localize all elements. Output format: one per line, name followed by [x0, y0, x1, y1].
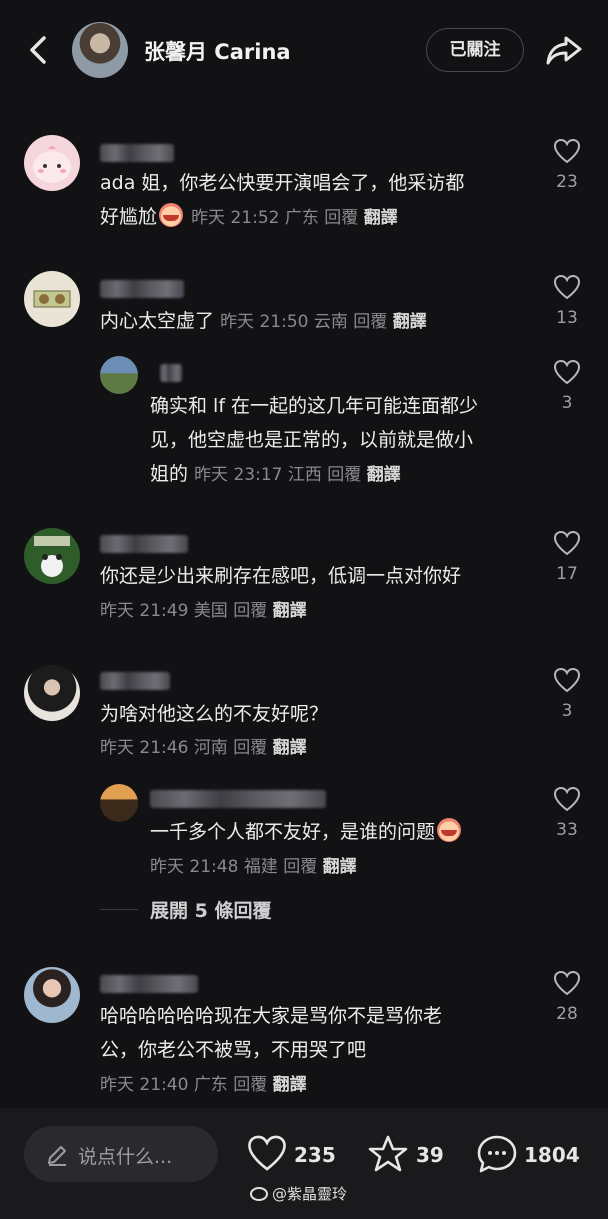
- reply-text-line: 姐的 昨天 23:17 江西 回覆 翻譯: [150, 463, 401, 485]
- heart-icon: [248, 1135, 286, 1171]
- reply-text: 见，他空虚也是正常的，以前就是做小: [150, 429, 474, 451]
- blurred-username: [100, 280, 184, 298]
- reply-button[interactable]: 回覆: [283, 857, 317, 877]
- translate-button[interactable]: 翻譯: [364, 208, 398, 228]
- comment-meta: 昨天 21:46 河南 回覆 翻譯: [100, 738, 307, 758]
- crying-emoji-icon: [437, 818, 462, 842]
- translate-button[interactable]: 翻譯: [273, 738, 307, 758]
- heart-icon: [553, 274, 581, 300]
- blurred-username: [100, 144, 174, 162]
- header-bar: 张馨月 Carina 已關注: [0, 0, 608, 100]
- post-favorite-count: 39: [416, 1143, 444, 1167]
- replier-avatar[interactable]: [100, 356, 138, 394]
- comment-text: 公，你老公不被骂，不用哭了吧: [100, 1039, 367, 1061]
- share-icon[interactable]: [544, 30, 584, 70]
- heart-icon: [553, 786, 581, 812]
- pink-creature-avatar-icon: [33, 146, 71, 183]
- post-like-count: 235: [294, 1143, 336, 1167]
- reply-text: 确实和 lf 在一起的这几年可能连面都少: [150, 395, 479, 417]
- comment-input[interactable]: 说点什么...: [24, 1126, 218, 1182]
- like-button[interactable]: 3: [547, 667, 587, 721]
- banknote-avatar-icon: [33, 290, 71, 308]
- comment-meta: 昨天 21:40 广东 回覆 翻譯: [100, 1075, 307, 1095]
- crying-emoji-icon: [159, 203, 184, 227]
- like-count: 28: [556, 1004, 578, 1024]
- like-button[interactable]: 33: [547, 786, 587, 840]
- comment-text: 哈哈哈哈哈哈现在大家是骂你不是骂你老: [100, 1005, 443, 1027]
- commenter-avatar[interactable]: [24, 271, 80, 327]
- translate-button[interactable]: 翻譯: [393, 312, 427, 332]
- comment-text: 你还是少出来刷存在感吧，低调一点对你好: [100, 565, 462, 587]
- reply-button[interactable]: 回覆: [327, 465, 361, 485]
- heart-icon: [553, 359, 581, 385]
- comment-meta: 昨天 21:52 广东 回覆 翻譯: [191, 208, 398, 228]
- pencil-icon: [48, 1146, 66, 1166]
- like-post-button[interactable]: 235: [246, 1134, 342, 1174]
- like-count: 13: [556, 308, 578, 328]
- following-button[interactable]: 已關注: [426, 28, 524, 72]
- comment-meta: 昨天 23:17 江西 回覆 翻譯: [194, 465, 401, 485]
- comment-meta: 昨天 21:50 云南 回覆 翻譯: [220, 312, 427, 332]
- commenter-avatar[interactable]: [24, 967, 80, 1023]
- comment-post-button[interactable]: 1804: [476, 1134, 586, 1174]
- weibo-logo-icon: [250, 1187, 268, 1201]
- like-button[interactable]: 3: [547, 359, 587, 413]
- replier-avatar[interactable]: [100, 784, 138, 822]
- comment-input-placeholder: 说点什么...: [78, 1146, 173, 1168]
- commenter-avatar[interactable]: [24, 665, 80, 721]
- like-button[interactable]: 17: [547, 530, 587, 584]
- like-count: 3: [561, 393, 573, 413]
- expand-replies-button[interactable]: 展開 5 條回覆: [150, 896, 271, 923]
- blurred-username: [100, 535, 188, 553]
- translate-button[interactable]: 翻譯: [323, 857, 357, 877]
- comment-text: ada 姐，你老公快要开演唱会了，他采访都: [100, 172, 465, 194]
- commenter-avatar[interactable]: [24, 135, 80, 191]
- blurred-username: [160, 364, 182, 382]
- translate-button[interactable]: 翻譯: [273, 601, 307, 621]
- reply-button[interactable]: 回覆: [353, 312, 387, 332]
- like-count: 33: [556, 820, 578, 840]
- like-button[interactable]: 28: [547, 970, 587, 1024]
- blurred-username: [100, 975, 198, 993]
- post-comment-count: 1804: [524, 1143, 580, 1167]
- comment-text-line: 好尴尬 昨天 21:52 广东 回覆 翻譯: [100, 200, 398, 235]
- expand-divider: [100, 909, 138, 910]
- comment-text: 为啥对他这么的不友好呢？: [100, 703, 329, 725]
- like-count: 3: [561, 701, 573, 721]
- like-button[interactable]: 23: [547, 138, 587, 192]
- reply-button[interactable]: 回覆: [324, 208, 358, 228]
- translate-button[interactable]: 翻譯: [367, 465, 401, 485]
- reply-button[interactable]: 回覆: [233, 1075, 267, 1095]
- like-count: 17: [556, 564, 578, 584]
- profile-avatar[interactable]: [72, 22, 128, 78]
- commenter-avatar[interactable]: [24, 528, 80, 584]
- comment-meta: 昨天 21:48 福建 回覆 翻譯: [150, 857, 357, 877]
- translate-button[interactable]: 翻譯: [273, 1075, 307, 1095]
- comment-meta: 昨天 21:49 美国 回覆 翻譯: [100, 601, 307, 621]
- weibo-watermark: @紫晶靈玲: [250, 1183, 347, 1204]
- like-count: 23: [556, 172, 578, 192]
- back-icon[interactable]: [24, 30, 56, 70]
- blurred-username: [100, 672, 170, 690]
- heart-icon: [553, 970, 581, 996]
- reply-text-line: 一千多个人都不友好，是谁的问题: [150, 815, 463, 849]
- like-button[interactable]: 13: [547, 274, 587, 328]
- reply-button[interactable]: 回覆: [233, 601, 267, 621]
- favorite-post-button[interactable]: 39: [368, 1134, 448, 1174]
- blurred-username: [150, 790, 326, 808]
- heart-icon: [553, 138, 581, 164]
- comment-icon: [477, 1135, 517, 1173]
- panda-avatar-icon: [34, 536, 70, 577]
- comment-text-line: 内心太空虚了 昨天 21:50 云南 回覆 翻譯: [100, 310, 427, 332]
- reply-button[interactable]: 回覆: [233, 738, 267, 758]
- star-icon: [368, 1135, 408, 1172]
- heart-icon: [553, 530, 581, 556]
- heart-icon: [553, 667, 581, 693]
- profile-name[interactable]: 张馨月 Carina: [144, 36, 291, 66]
